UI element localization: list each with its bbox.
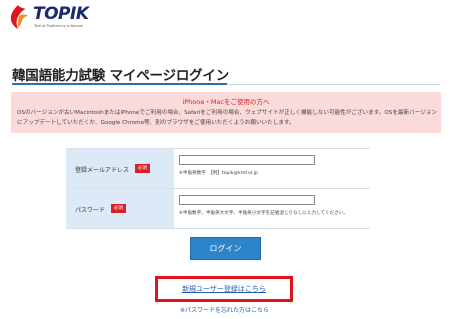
notice-title: iPhone・Macをご使用の方へ [182, 98, 270, 106]
notice-body: OSのバージョンが古いMacintoshまたはiPhoneでご利用の場合、Saf… [17, 110, 437, 126]
password-label-cell: パスワード 必須 [66, 189, 174, 228]
required-badge: 必須 [135, 164, 150, 173]
topik-logo[interactable]: TOPIK Test of Proficiency in Korean [7, 4, 97, 32]
email-input[interactable] [179, 155, 315, 165]
topik-logo-icon [10, 5, 28, 29]
register-highlight-box: 新規ユーザー登録はこちら [155, 276, 293, 302]
email-label: 登録メールアドレス [75, 167, 130, 174]
password-input[interactable] [179, 195, 315, 205]
email-row: 登録メールアドレス 必須 ※半角英数字 【例】topik@kref.or.jp [66, 149, 370, 189]
email-label-cell: 登録メールアドレス 必須 [66, 149, 174, 188]
login-button[interactable]: ログイン [190, 237, 261, 260]
email-hint: ※半角英数字 【例】topik@kref.or.jp [179, 171, 258, 176]
logo-subtitle: Test of Proficiency in Korean [34, 24, 84, 28]
login-form: 登録メールアドレス 必須 ※半角英数字 【例】topik@kref.or.jp … [66, 148, 370, 229]
page-title: 韓国語能力試験 マイページログイン [12, 68, 230, 84]
register-link[interactable]: 新規ユーザー登録はこちら [158, 284, 290, 294]
header: TOPIK Test of Proficiency in Korean [0, 0, 450, 36]
required-badge: 必須 [111, 204, 126, 213]
password-label: パスワード [75, 207, 106, 214]
logo-text: TOPIK [33, 4, 89, 24]
password-hint: ※半角数字、半角英大文字、半角英小文字を記號混じりなしに入力してください。 [179, 211, 348, 216]
notice-box: iPhone・Macをご使用の方へ OSのバージョンが古いMacintoshまた… [11, 92, 441, 133]
password-row: パスワード 必須 ※半角数字、半角英大文字、半角英小文字を記號混じりなしに入力し… [66, 189, 370, 229]
title-divider-accent [12, 83, 227, 85]
forgot-password-link[interactable]: ※パスワードを忘れた方はこちら [180, 305, 269, 314]
